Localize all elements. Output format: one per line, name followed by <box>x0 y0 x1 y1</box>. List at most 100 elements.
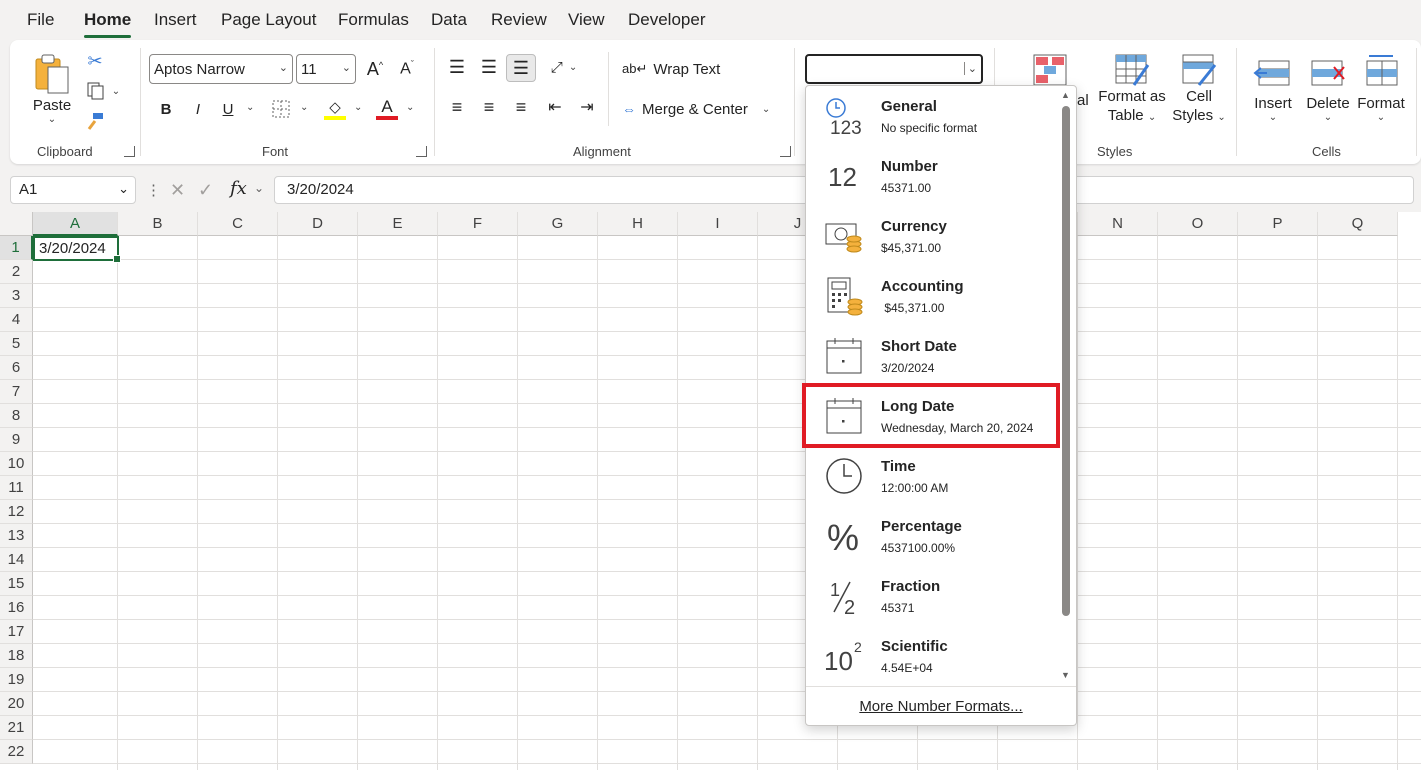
more-options-icon[interactable]: ⋮ <box>146 181 161 199</box>
font-launcher-icon[interactable] <box>416 146 427 157</box>
clipboard-launcher-icon[interactable] <box>124 146 135 157</box>
conditional-formatting-button[interactable] <box>1030 50 1070 90</box>
row-header-4[interactable]: 4 <box>0 308 33 332</box>
row-header-20[interactable]: 20 <box>0 692 33 716</box>
format-option-scientific[interactable]: 10 2 Scientific 4.54E+04 <box>806 626 1056 686</box>
format-option-percentage[interactable]: % Percentage 4537100.00% <box>806 506 1056 566</box>
select-all-corner[interactable] <box>0 212 33 236</box>
column-header-h[interactable]: H <box>598 212 678 236</box>
format-cells-button[interactable]: Format ⌄ <box>1354 46 1408 130</box>
row-header-21[interactable]: 21 <box>0 716 33 740</box>
row-header-17[interactable]: 17 <box>0 620 33 644</box>
row-header-1[interactable]: 1 <box>0 236 33 260</box>
row-header-19[interactable]: 19 <box>0 668 33 692</box>
tab-data[interactable]: Data <box>431 10 467 34</box>
orientation-button[interactable]: ⤢ ⌄ <box>544 54 584 80</box>
column-header-a[interactable]: A <box>33 212 118 236</box>
row-header-12[interactable]: 12 <box>0 500 33 524</box>
copy-button[interactable]: ⌄ <box>82 80 124 102</box>
scroll-up-icon[interactable]: ▲ <box>1061 90 1070 100</box>
column-header-c[interactable]: C <box>198 212 278 236</box>
row-header-7[interactable]: 7 <box>0 380 33 404</box>
format-option-currency[interactable]: Currency $45,371.00 <box>806 206 1056 266</box>
decrease-font-size-button[interactable]: Aˇ <box>394 56 420 82</box>
alignment-launcher-icon[interactable] <box>780 146 791 157</box>
format-option-number[interactable]: 12 Number 45371.00 <box>806 146 1056 206</box>
row-header-9[interactable]: 9 <box>0 428 33 452</box>
borders-dropdown-icon[interactable]: ⌄ <box>300 102 308 113</box>
column-header-e[interactable]: E <box>358 212 438 236</box>
column-header-q[interactable]: Q <box>1318 212 1398 236</box>
worksheet-grid[interactable]: ABCDEFGHIJKLMNOPQ 1234567891011121314151… <box>0 212 1421 770</box>
number-format-select[interactable]: ⌄ <box>805 54 983 84</box>
decrease-indent-button[interactable]: ⇤ <box>542 94 568 120</box>
format-painter-button[interactable] <box>84 110 106 132</box>
align-center-button[interactable]: ≡ <box>476 94 502 120</box>
font-color-dropdown-icon[interactable]: ⌄ <box>406 102 414 113</box>
row-header-16[interactable]: 16 <box>0 596 33 620</box>
top-align-button[interactable]: ☰ <box>444 54 470 80</box>
merge-center-button[interactable]: ⇔ Merge & Center ⌄ <box>622 94 782 124</box>
column-header-b[interactable]: B <box>118 212 198 236</box>
tab-page-layout[interactable]: Page Layout <box>221 10 316 34</box>
enter-check-icon[interactable]: ✓ <box>198 180 213 201</box>
font-size-select[interactable]: 11 ⌄ <box>296 54 356 84</box>
format-option-fraction[interactable]: 1 2 Fraction 45371 <box>806 566 1056 626</box>
fill-dropdown-icon[interactable]: ⌄ <box>354 102 362 113</box>
scroll-down-icon[interactable]: ▼ <box>1061 670 1070 680</box>
delete-cells-button[interactable]: Delete ⌄ <box>1302 50 1354 130</box>
bottom-align-button[interactable]: ☰ <box>506 54 536 82</box>
cell-styles-button[interactable]: Cell Styles ⌄ <box>1172 50 1226 130</box>
borders-button[interactable] <box>268 96 294 122</box>
tab-developer[interactable]: Developer <box>628 10 706 34</box>
column-header-n[interactable]: N <box>1078 212 1158 236</box>
tab-formulas[interactable]: Formulas <box>338 10 409 34</box>
column-header-f[interactable]: F <box>438 212 518 236</box>
tab-file[interactable]: File <box>27 10 54 34</box>
scrollbar-thumb[interactable] <box>1062 106 1070 616</box>
format-as-table-button[interactable]: Format as Table ⌄ <box>1098 50 1166 130</box>
tab-home[interactable]: Home <box>84 10 132 38</box>
italic-button[interactable]: I <box>186 96 210 122</box>
row-header-11[interactable]: 11 <box>0 476 33 500</box>
cut-button[interactable]: ✂ <box>84 50 106 72</box>
bold-button[interactable]: B <box>154 96 178 122</box>
row-header-14[interactable]: 14 <box>0 548 33 572</box>
row-header-15[interactable]: 15 <box>0 572 33 596</box>
underline-button[interactable]: U <box>216 96 240 122</box>
row-header-22[interactable]: 22 <box>0 740 33 764</box>
tab-view[interactable]: View <box>568 10 605 34</box>
column-header-d[interactable]: D <box>278 212 358 236</box>
row-header-5[interactable]: 5 <box>0 332 33 356</box>
tab-insert[interactable]: Insert <box>154 10 197 34</box>
cancel-icon[interactable]: ✕ <box>170 180 185 201</box>
column-header-p[interactable]: P <box>1238 212 1318 236</box>
align-right-button[interactable]: ≡ <box>508 94 534 120</box>
row-header-13[interactable]: 13 <box>0 524 33 548</box>
tab-review[interactable]: Review <box>491 10 547 34</box>
format-option-time[interactable]: Time 12:00:00 AM <box>806 446 1056 506</box>
font-color-button[interactable]: A <box>374 96 400 122</box>
row-header-2[interactable]: 2 <box>0 260 33 284</box>
fill-color-button[interactable]: ◇ <box>322 96 348 122</box>
row-header-8[interactable]: 8 <box>0 404 33 428</box>
format-option-short-date[interactable]: Short Date 3/20/2024 <box>806 326 1056 386</box>
row-header-6[interactable]: 6 <box>0 356 33 380</box>
format-option-accounting[interactable]: Accounting $45,371.00 <box>806 266 1056 326</box>
insert-function-icon[interactable]: fx <box>230 178 247 199</box>
row-header-10[interactable]: 10 <box>0 452 33 476</box>
paste-button[interactable]: Paste ⌄ <box>26 48 78 130</box>
middle-align-button[interactable]: ☰ <box>476 54 502 80</box>
format-option-general[interactable]: 123 General No specific format <box>806 86 1056 146</box>
name-box[interactable]: A1 ⌄ <box>10 176 136 204</box>
font-family-select[interactable]: Aptos Narrow ⌄ <box>149 54 293 84</box>
insert-cells-button[interactable]: Insert ⌄ <box>1248 50 1298 130</box>
column-header-g[interactable]: G <box>518 212 598 236</box>
chevron-down-icon[interactable]: ⌄ <box>254 181 264 195</box>
increase-indent-button[interactable]: ⇥ <box>574 94 600 120</box>
row-header-18[interactable]: 18 <box>0 644 33 668</box>
cell-a1[interactable]: 3/20/2024 <box>33 236 121 263</box>
column-header-o[interactable]: O <box>1158 212 1238 236</box>
increase-font-size-button[interactable]: A^ <box>362 56 388 82</box>
more-number-formats-link[interactable]: More Number Formats... <box>806 686 1076 726</box>
